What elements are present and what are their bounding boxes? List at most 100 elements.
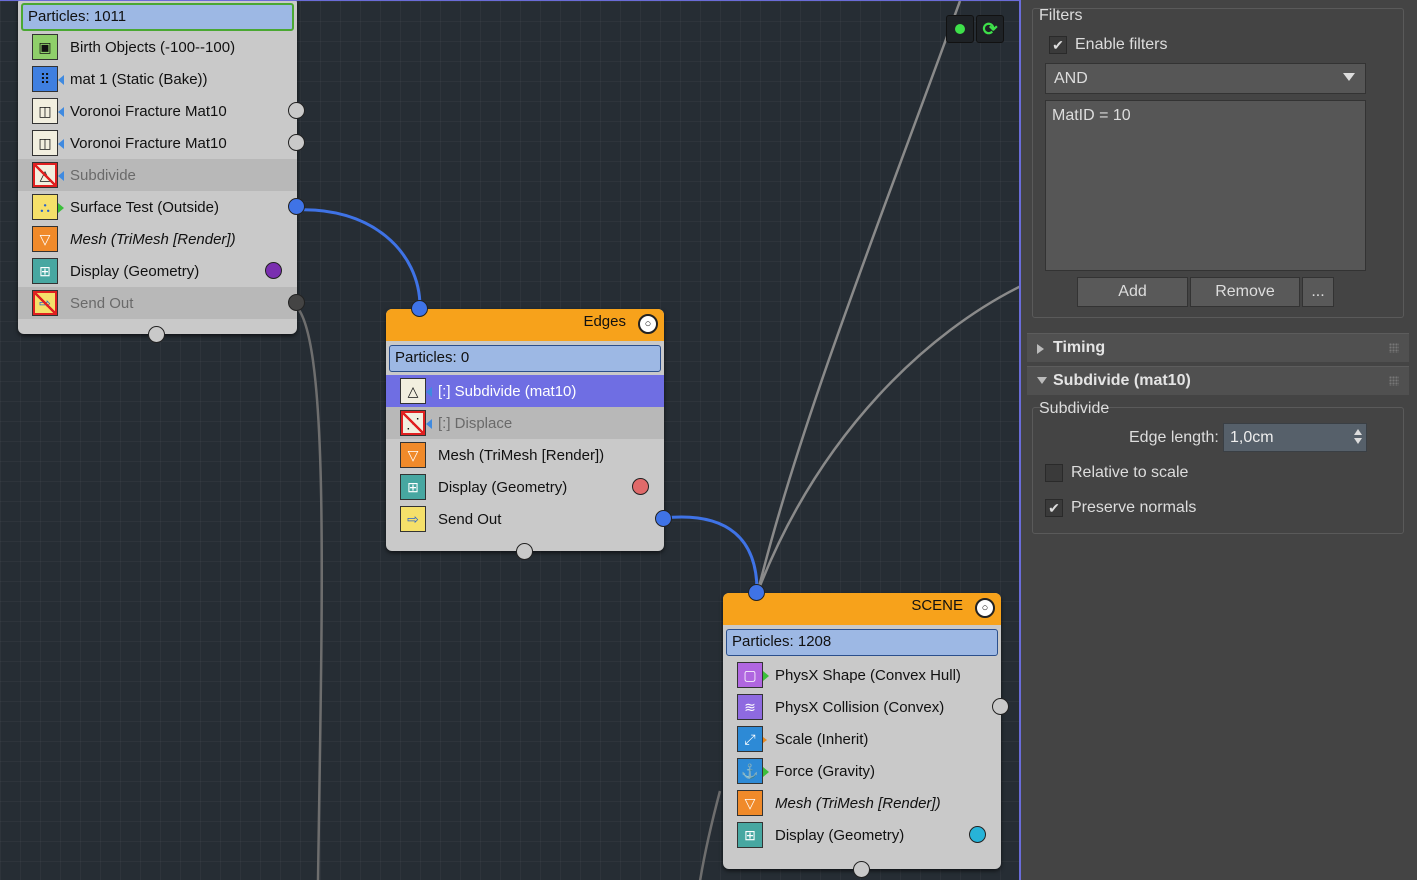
pointer-arrow-icon <box>763 671 769 681</box>
operator-label: [:] Displace <box>438 414 513 432</box>
wire-gray-2 <box>756 285 1019 592</box>
display-icon: ⊞ <box>32 258 58 284</box>
pointer-arrow-icon <box>763 737 767 743</box>
operator-row[interactable]: △ Subdivide <box>18 159 297 191</box>
operator-row[interactable]: ◫ Voronoi Fracture Mat10 <box>18 127 305 159</box>
operator-label: PhysX Collision (Convex) <box>775 698 945 716</box>
operator-row[interactable]: ⇨ Send Out <box>18 287 305 319</box>
operator-row[interactable]: ⊞ Display (Geometry) <box>723 819 1001 851</box>
operator-row[interactable]: ⤢ Scale (Inherit) <box>723 723 1001 755</box>
operator-row[interactable]: △ [:] Subdivide (mat10) <box>386 375 664 407</box>
operator-row[interactable]: ⇨ Send Out <box>386 503 672 535</box>
output-port[interactable] <box>969 826 986 843</box>
operator-row[interactable]: ◫ Voronoi Fracture Mat10 <box>18 95 305 127</box>
pointer-arrow-icon <box>426 419 432 429</box>
operator-row[interactable]: ▢ PhysX Shape (Convex Hull) <box>723 659 1001 691</box>
operator-row[interactable]: ▽ Mesh (TriMesh [Render]) <box>386 439 664 471</box>
node-header[interactable]: Edges ○ <box>386 309 664 341</box>
voronoi-fracture-icon: ◫ <box>32 98 64 124</box>
operator-label: Birth Objects (-100--100) <box>70 38 236 56</box>
grip-icon[interactable] <box>1389 343 1399 353</box>
filter-expression-list[interactable]: MatID = 10 <box>1045 100 1366 271</box>
chevron-down-icon <box>1343 73 1355 81</box>
timing-rollout[interactable]: Timing <box>1027 333 1409 362</box>
operator-label: Scale (Inherit) <box>775 730 869 748</box>
displace-icon: ⋰ <box>400 410 432 436</box>
lightbulb-icon[interactable]: ○ <box>638 314 658 334</box>
operator-label: Display (Geometry) <box>70 262 200 280</box>
operator-row[interactable]: ⚓ Force (Gravity) <box>723 755 1001 787</box>
operator-label: Mesh (TriMesh [Render]) <box>70 230 236 248</box>
remove-button[interactable]: Remove <box>1190 277 1300 307</box>
edge-length-label: Edge length: <box>1129 429 1219 446</box>
input-port[interactable] <box>411 300 428 317</box>
refresh-icon[interactable]: ⟳ <box>976 15 1004 43</box>
operator-row[interactable]: ⊞ Display (Geometry) <box>18 255 297 287</box>
operator-row[interactable]: ⊞ Display (Geometry) <box>386 471 664 503</box>
output-port[interactable] <box>288 294 305 311</box>
operator-row[interactable]: ▽ Mesh (TriMesh [Render]) <box>18 223 297 255</box>
operator-label: PhysX Shape (Convex Hull) <box>775 666 961 684</box>
display-icon: ⊞ <box>400 474 426 500</box>
lightbulb-icon[interactable]: ○ <box>975 598 995 618</box>
wire-gray-4 <box>698 790 722 880</box>
add-button[interactable]: Add <box>1077 277 1188 307</box>
wire-gray-1 <box>756 1 962 592</box>
output-port[interactable] <box>288 198 305 215</box>
subdivide-icon: △ <box>400 378 432 404</box>
surface-test-icon: ⛬ <box>32 194 64 220</box>
particle-count: Particles: 1011 <box>21 3 294 31</box>
operator-row[interactable]: ⛬ Surface Test (Outside) <box>18 191 305 223</box>
wire-edges-to-scene <box>662 515 759 592</box>
check-icon[interactable] <box>1045 464 1063 482</box>
output-port-bottom[interactable] <box>148 326 165 343</box>
output-port[interactable] <box>288 134 305 151</box>
enable-filters-checkbox[interactable]: ✔ Enable filters <box>1049 36 1168 54</box>
subdivide-group-title: Subdivide <box>1039 400 1110 417</box>
output-port[interactable] <box>655 510 672 527</box>
grip-icon[interactable] <box>1389 376 1399 386</box>
pointer-arrow-icon <box>58 107 64 117</box>
pointer-arrow-icon <box>426 387 432 397</box>
event-node-scene[interactable]: SCENE ○ Particles: 1208 ▢ PhysX Shape (Co… <box>723 584 1009 878</box>
pointer-arrow-icon <box>58 171 64 181</box>
wire-gray-3 <box>295 305 324 880</box>
operator-row[interactable]: ⠿ mat 1 (Static (Bake)) <box>18 63 297 95</box>
output-port[interactable] <box>992 698 1009 715</box>
mesh-icon: ▽ <box>737 790 763 816</box>
spinner-arrows-icon[interactable] <box>1354 429 1362 444</box>
output-port-bottom[interactable] <box>516 543 533 560</box>
check-icon[interactable]: ✔ <box>1045 499 1063 517</box>
filter-mode-select[interactable]: AND <box>1045 63 1366 94</box>
green-dot-icon[interactable] <box>946 15 974 43</box>
edge-length-spinner[interactable]: 1,0cm <box>1223 423 1367 452</box>
operator-row[interactable]: ▣ Birth Objects (-100--100) <box>18 31 297 63</box>
output-port[interactable] <box>288 102 305 119</box>
relative-to-scale-checkbox[interactable]: Relative to scale <box>1045 464 1188 482</box>
operator-label: Force (Gravity) <box>775 762 876 780</box>
birth-objects-icon: ▣ <box>32 34 58 60</box>
operator-row[interactable]: ⋰ [:] Displace <box>386 407 664 439</box>
pointer-arrow-icon <box>58 139 64 149</box>
operator-row[interactable]: ≋ PhysX Collision (Convex) <box>723 691 1009 723</box>
output-port-bottom[interactable] <box>853 861 870 878</box>
output-port[interactable] <box>265 262 282 279</box>
check-icon[interactable]: ✔ <box>1049 36 1067 54</box>
particle-count: Particles: 1208 <box>726 629 998 656</box>
subdivide-rollout[interactable]: Subdivide (mat10) <box>1027 366 1409 395</box>
operator-label: Send Out <box>70 294 134 312</box>
preserve-normals-checkbox[interactable]: ✔ Preserve normals <box>1045 499 1196 517</box>
output-port[interactable] <box>632 478 649 495</box>
operator-label: Voronoi Fracture Mat10 <box>70 102 227 120</box>
operator-label: mat 1 (Static (Bake)) <box>70 70 208 88</box>
operator-label: Surface Test (Outside) <box>70 198 219 216</box>
particle-flow-canvas[interactable]: ⟳ Particles: 1011 ▣ Birth Objects (-100--… <box>0 0 1021 880</box>
material-static-icon: ⠿ <box>32 66 64 92</box>
event-node-1[interactable]: Particles: 1011 ▣ Birth Objects (-100--10… <box>18 1 305 343</box>
node-header[interactable]: SCENE ○ <box>723 593 1001 625</box>
physx-collision-icon: ≋ <box>737 694 763 720</box>
input-port[interactable] <box>748 584 765 601</box>
more-button[interactable]: ... <box>1302 277 1334 307</box>
event-node-edges[interactable]: Edges ○ Particles: 0 △ [:] Subdivide (mat… <box>386 300 672 560</box>
operator-row[interactable]: ▽ Mesh (TriMesh [Render]) <box>723 787 1001 819</box>
